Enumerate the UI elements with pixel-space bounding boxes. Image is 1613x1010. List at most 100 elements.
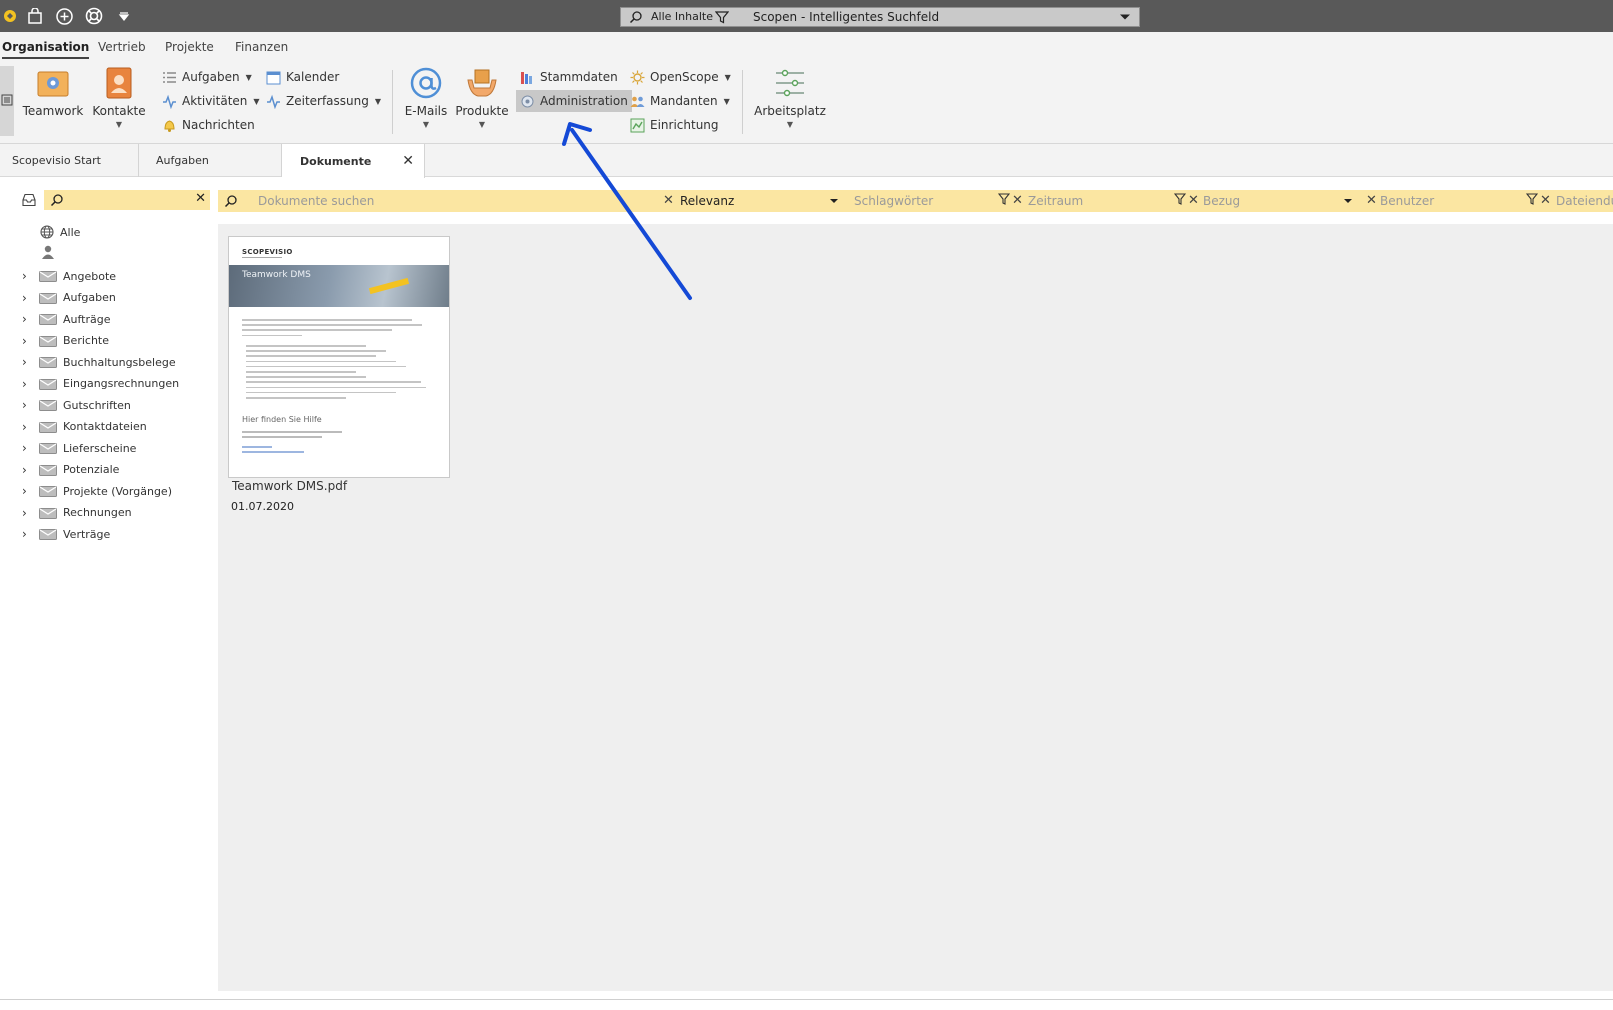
clear-icon[interactable]: ✕ bbox=[1366, 193, 1377, 208]
clear-icon[interactable]: ✕ bbox=[1012, 193, 1023, 208]
stammdaten-button[interactable]: Stammdaten bbox=[516, 66, 622, 88]
aktivitaeten-label: Aktivitäten bbox=[182, 94, 248, 108]
dateiendung-filter[interactable]: Dateiendu bbox=[1556, 190, 1613, 212]
title-bar: Alle Inhalte Scopen - Intelligentes Such… bbox=[0, 0, 1613, 32]
intelligent-search-field[interactable]: Alle Inhalte Scopen - Intelligentes Such… bbox=[620, 7, 1140, 27]
tree-filter-input[interactable]: ✕ bbox=[44, 190, 210, 210]
close-icon[interactable]: ✕ bbox=[402, 153, 414, 169]
tree-folder-item[interactable]: › Berichte bbox=[22, 331, 109, 351]
chevron-right-icon[interactable]: › bbox=[22, 377, 36, 391]
produkte-label: Produkte bbox=[455, 104, 509, 118]
folder-mail-icon bbox=[39, 529, 57, 540]
chevron-down-icon[interactable] bbox=[1119, 11, 1131, 26]
tree-folder-item[interactable]: › Projekte (Vorgänge) bbox=[22, 481, 172, 501]
tree-folder-item[interactable]: › Aufträge bbox=[22, 309, 111, 329]
clear-icon[interactable]: ✕ bbox=[1188, 193, 1199, 208]
relevanz-select[interactable]: Relevanz bbox=[680, 190, 845, 212]
tab-projekte[interactable]: Projekte bbox=[165, 40, 214, 54]
lifebuoy-icon[interactable] bbox=[84, 5, 104, 27]
tree-folder-item[interactable]: › Rechnungen bbox=[22, 503, 132, 523]
administration-button[interactable]: Administration bbox=[516, 90, 632, 112]
bezug-select[interactable]: Bezug bbox=[1203, 190, 1363, 212]
filter-icon[interactable] bbox=[997, 193, 1011, 209]
ribbon-collapse-handle[interactable] bbox=[0, 66, 14, 136]
search-icon bbox=[50, 193, 64, 210]
folder-mail-icon bbox=[39, 443, 57, 454]
tree-folder-item[interactable]: › Aufgaben bbox=[22, 288, 116, 308]
chevron-down-icon[interactable]: ▼ bbox=[423, 120, 429, 129]
chevron-right-icon[interactable]: › bbox=[22, 441, 36, 455]
chevron-right-icon[interactable]: › bbox=[22, 334, 36, 348]
search-scope-label[interactable]: Alle Inhalte bbox=[651, 10, 713, 23]
tree-folder-item[interactable]: › Buchhaltungsbelege bbox=[22, 352, 176, 372]
tab-scopevisio-start[interactable]: Scopevisio Start bbox=[0, 144, 139, 177]
activity-icon bbox=[163, 94, 176, 109]
chevron-right-icon[interactable]: › bbox=[22, 291, 36, 305]
tab-dokumente[interactable]: Dokumente ✕ bbox=[282, 144, 425, 178]
zeitraum-filter[interactable]: Zeitraum bbox=[1028, 190, 1178, 212]
mandanten-button[interactable]: Mandanten ▼ bbox=[626, 90, 734, 112]
thumb-line bbox=[246, 355, 376, 357]
chevron-down-icon[interactable]: ▼ bbox=[246, 73, 252, 82]
app-logo-icon[interactable] bbox=[0, 5, 20, 27]
kalender-button[interactable]: Kalender bbox=[262, 66, 343, 88]
tree-folder-item[interactable]: › Gutschriften bbox=[22, 395, 131, 415]
chevron-right-icon[interactable]: › bbox=[22, 269, 36, 283]
nachrichten-button[interactable]: Nachrichten bbox=[158, 114, 259, 136]
document-thumbnail[interactable]: SCOPEVISIO Teamwork DMS Hier finden Sie … bbox=[228, 236, 450, 478]
plus-circle-icon[interactable] bbox=[54, 5, 74, 27]
chevron-right-icon[interactable]: › bbox=[22, 463, 36, 477]
folder-mail-icon bbox=[39, 271, 57, 282]
filter-icon[interactable] bbox=[1525, 193, 1539, 209]
chevron-down-icon[interactable]: ▼ bbox=[787, 120, 793, 129]
tab-finanzen[interactable]: Finanzen bbox=[235, 40, 288, 54]
tree-folder-item[interactable]: › Eingangsrechnungen bbox=[22, 374, 179, 394]
tab-vertrieb[interactable]: Vertrieb bbox=[98, 40, 146, 54]
produkte-button[interactable]: Produkte ▼ bbox=[454, 66, 510, 129]
chevron-right-icon[interactable]: › bbox=[22, 398, 36, 412]
chevron-right-icon[interactable]: › bbox=[22, 312, 36, 326]
kontakte-button[interactable]: Kontakte ▼ bbox=[92, 66, 146, 129]
emails-label: E-Mails bbox=[404, 104, 448, 118]
administration-label: Administration bbox=[540, 94, 628, 108]
clear-icon[interactable]: ✕ bbox=[1540, 193, 1551, 208]
tree-item-user[interactable] bbox=[40, 242, 56, 262]
chevron-down-icon[interactable]: ▼ bbox=[479, 120, 485, 129]
tree-folder-item[interactable]: › Kontaktdateien bbox=[22, 417, 147, 437]
chevron-right-icon[interactable]: › bbox=[22, 355, 36, 369]
arbeitsplatz-button[interactable]: Arbeitsplatz ▼ bbox=[754, 66, 826, 129]
dropdown-icon[interactable] bbox=[114, 5, 134, 27]
chevron-down-icon[interactable]: ▼ bbox=[253, 97, 259, 106]
tree-folder-item[interactable]: › Lieferscheine bbox=[22, 438, 136, 458]
chevron-down-icon[interactable]: ▼ bbox=[724, 97, 730, 106]
aktivitaeten-button[interactable]: Aktivitäten ▼ bbox=[158, 90, 264, 112]
benutzer-filter[interactable]: Benutzer bbox=[1380, 190, 1530, 212]
openscope-button[interactable]: OpenScope ▼ bbox=[626, 66, 735, 88]
filter-icon[interactable] bbox=[1173, 193, 1187, 209]
inbox-icon[interactable] bbox=[22, 193, 36, 210]
chevron-down-icon[interactable]: ▼ bbox=[116, 120, 122, 129]
zeiterfassung-button[interactable]: Zeiterfassung ▼ bbox=[262, 90, 385, 112]
chevron-right-icon[interactable]: › bbox=[22, 484, 36, 498]
tree-folder-item[interactable]: › Angebote bbox=[22, 266, 116, 286]
tab-organisation[interactable]: Organisation bbox=[2, 40, 90, 59]
chevron-right-icon[interactable]: › bbox=[22, 527, 36, 541]
tab-aufgaben[interactable]: Aufgaben bbox=[144, 144, 282, 177]
tree-item-alle[interactable]: Alle bbox=[40, 222, 80, 242]
thumb-help-heading: Hier finden Sie Hilfe bbox=[242, 415, 322, 424]
globe-icon bbox=[40, 225, 54, 239]
document-name[interactable]: Teamwork DMS.pdf bbox=[232, 479, 347, 493]
clear-icon[interactable]: ✕ bbox=[195, 191, 206, 206]
chevron-down-icon[interactable]: ▼ bbox=[375, 97, 381, 106]
filter-icon[interactable] bbox=[714, 10, 730, 27]
teamwork-button[interactable]: Teamwork bbox=[22, 66, 84, 118]
chevron-right-icon[interactable]: › bbox=[22, 506, 36, 520]
chevron-down-icon[interactable]: ▼ bbox=[725, 73, 731, 82]
tree-folder-item[interactable]: › Verträge bbox=[22, 524, 110, 544]
emails-button[interactable]: E-Mails ▼ bbox=[402, 66, 450, 129]
shopping-bag-icon[interactable] bbox=[25, 5, 45, 27]
chevron-right-icon[interactable]: › bbox=[22, 420, 36, 434]
aufgaben-button[interactable]: Aufgaben ▼ bbox=[158, 66, 256, 88]
tree-folder-item[interactable]: › Potenziale bbox=[22, 460, 119, 480]
sun-gear-icon bbox=[630, 70, 645, 84]
